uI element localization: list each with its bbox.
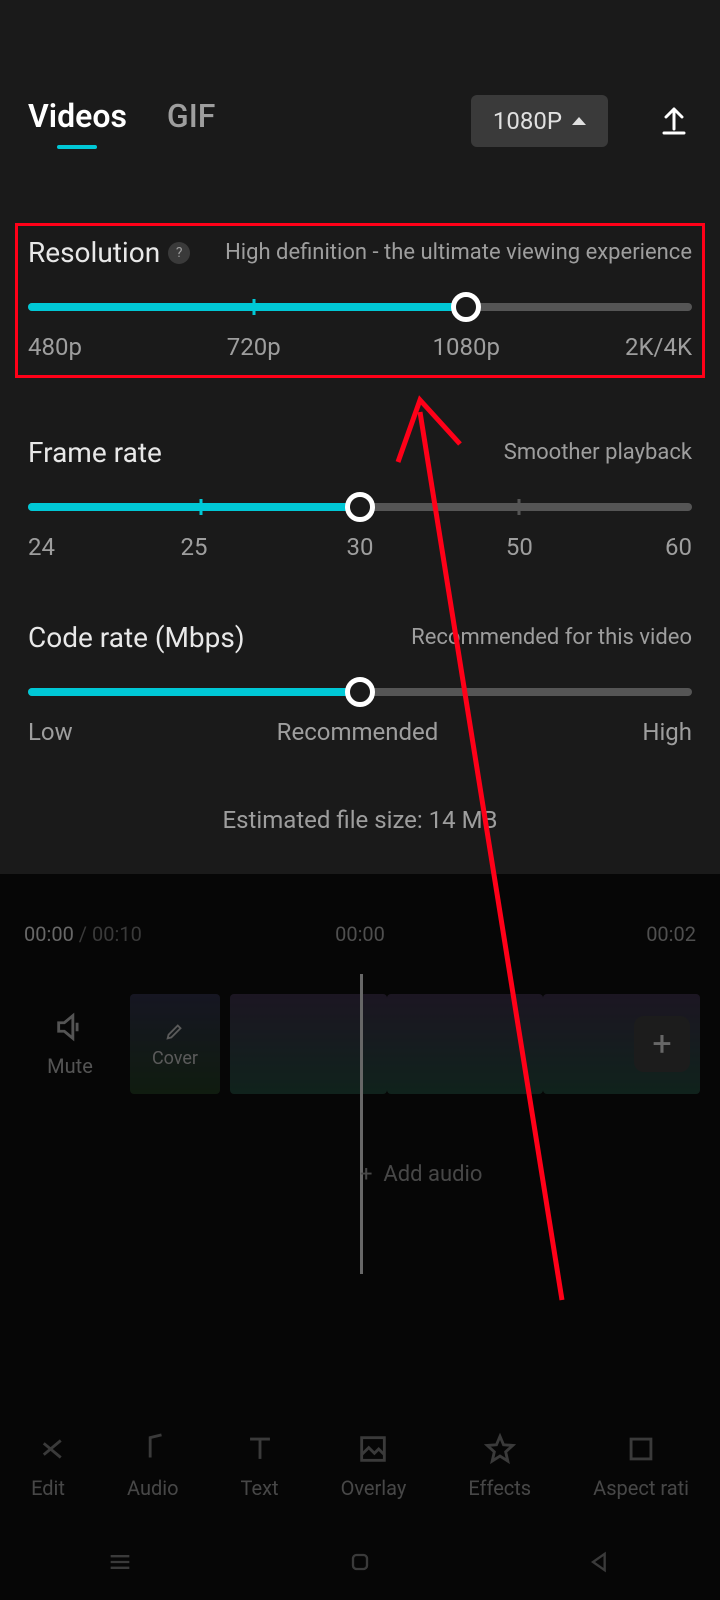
editor-backdrop: 00:00 / 00:10 00:00 00:02 Mute Cover + +… xyxy=(0,862,720,1600)
time-mid: 00:00 xyxy=(335,922,385,946)
music-note-icon xyxy=(136,1432,170,1466)
time-total: / xyxy=(79,922,92,946)
time-current: 00:00 xyxy=(24,922,74,946)
pencil-icon xyxy=(164,1020,186,1042)
nav-back-icon[interactable] xyxy=(586,1548,614,1580)
resolution-section: Resolution ? High definition - the ultim… xyxy=(15,223,705,378)
help-icon[interactable]: ? xyxy=(168,242,190,264)
cover-button[interactable]: Cover xyxy=(130,994,220,1094)
resolution-title: Resolution xyxy=(28,236,160,269)
estimated-size: Estimated file size: 14 MB xyxy=(28,806,692,834)
chevron-up-icon xyxy=(572,117,586,125)
nav-home-icon[interactable] xyxy=(346,1548,374,1580)
resolution-slider[interactable] xyxy=(28,303,692,311)
resolution-labels: 480p 720p 1080p 2K/4K xyxy=(28,333,692,363)
framerate-slider[interactable] xyxy=(28,503,692,511)
nav-menu-icon[interactable] xyxy=(106,1548,134,1580)
framerate-title: Frame rate xyxy=(28,436,162,469)
text-icon xyxy=(243,1432,277,1466)
coderate-slider[interactable] xyxy=(28,688,692,696)
square-icon xyxy=(624,1432,658,1466)
resolution-slider-thumb[interactable] xyxy=(451,292,481,322)
framerate-labels: 24 25 30 50 60 xyxy=(28,533,692,563)
mute-button[interactable]: Mute xyxy=(20,1010,120,1078)
tool-aspect-ratio[interactable]: Aspect rati xyxy=(593,1432,689,1500)
clip-strip[interactable] xyxy=(230,994,700,1094)
add-clip-button[interactable]: + xyxy=(634,1016,690,1072)
tool-effects[interactable]: Effects xyxy=(468,1432,531,1500)
scissors-icon xyxy=(31,1432,65,1466)
coderate-hint: Recommended for this video xyxy=(253,625,692,650)
star-icon xyxy=(483,1432,517,1466)
speaker-icon xyxy=(53,1010,87,1044)
overlay-icon xyxy=(356,1432,390,1466)
resolution-dropdown-label: 1080P xyxy=(493,107,562,135)
framerate-slider-thumb[interactable] xyxy=(345,492,375,522)
time-right: 00:02 xyxy=(646,922,696,946)
framerate-section: Frame rate Smoother playback 24 25 30 50… xyxy=(28,436,692,563)
coderate-title: Code rate (Mbps) xyxy=(28,621,245,654)
resolution-dropdown[interactable]: 1080P xyxy=(471,95,608,147)
coderate-section: Code rate (Mbps) Recommended for this vi… xyxy=(28,621,692,746)
coderate-slider-thumb[interactable] xyxy=(345,677,375,707)
coderate-labels: Low Recommended High xyxy=(28,718,692,746)
add-audio-button[interactable]: + Add audio xyxy=(360,1162,482,1187)
playhead[interactable] xyxy=(360,974,363,1274)
tab-gif[interactable]: GIF xyxy=(167,97,215,145)
tool-text[interactable]: Text xyxy=(241,1432,279,1500)
tool-edit[interactable]: Edit xyxy=(31,1432,65,1500)
tool-overlay[interactable]: Overlay xyxy=(341,1432,407,1500)
framerate-hint: Smoother playback xyxy=(170,440,692,465)
tool-audio[interactable]: Audio xyxy=(127,1432,179,1500)
export-button[interactable] xyxy=(656,103,692,139)
tab-videos[interactable]: Videos xyxy=(28,97,127,145)
resolution-hint: High definition - the ultimate viewing e… xyxy=(198,240,692,265)
upload-icon xyxy=(656,103,692,139)
